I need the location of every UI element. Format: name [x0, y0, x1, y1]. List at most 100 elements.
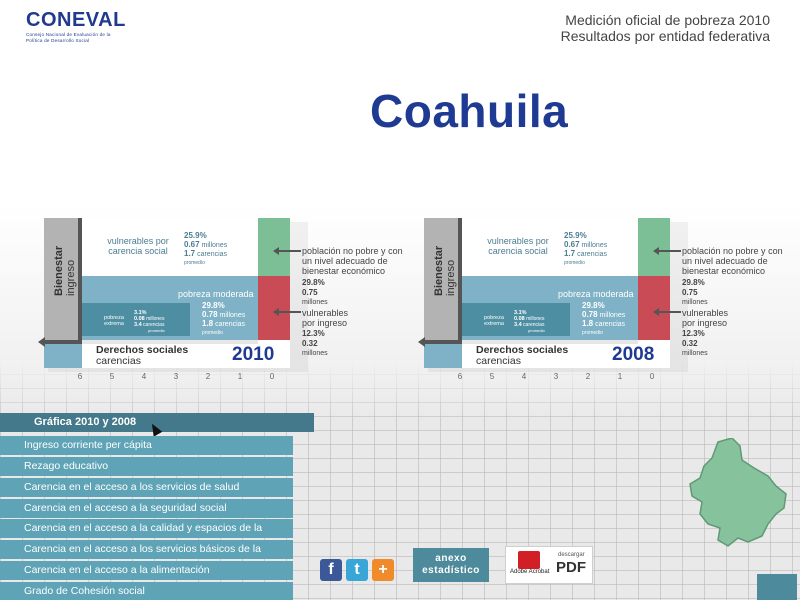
pct: 29.8% — [582, 301, 605, 310]
pct: 29.8% — [302, 278, 325, 287]
x-tick: 4 — [521, 372, 527, 381]
label-vulnerables-ingreso: vulnerables por ingreso — [302, 308, 349, 328]
y-label-sub: ingreso — [445, 259, 457, 296]
logo-text: CONEVAL — [26, 9, 126, 31]
label-no-pobre: población no pobre y con un nivel adecua… — [302, 246, 403, 276]
x-tick: 1 — [617, 372, 623, 381]
arrow-icon — [653, 247, 681, 255]
share-plus-icon[interactable]: + — [372, 559, 394, 581]
x-tick: 5 — [109, 372, 115, 381]
label-no-pobre: población no pobre y con un nivel adecua… — [682, 246, 783, 276]
values-pobreza-moderada: 29.8% 0.78 millones 1.8 carencias promed… — [202, 302, 245, 337]
menu-item-servicios-salud[interactable]: Carencia en el acceso a los servicios de… — [0, 478, 293, 497]
menu-item-alimentacion[interactable]: Carencia en el acceso a la alimentación — [0, 561, 293, 580]
x-ticks: 6 5 4 3 2 1 0 — [454, 372, 654, 384]
y-axis-label: Bienestar ingreso — [433, 226, 467, 296]
x-label-sub: carencias — [96, 355, 141, 367]
map-shape — [689, 438, 787, 547]
menu-item-rezago-educativo[interactable]: Rezago educativo — [0, 457, 293, 476]
values-vulnerables-carencia: 25.9% 0.67 millones 1.7 carencias promed… — [184, 232, 227, 267]
millones-value: 0.78 — [582, 310, 598, 319]
quadrant-corner — [44, 344, 82, 368]
acrobat-brand: Adobe Acrobat — [510, 569, 550, 575]
carencias-value: 1.7 — [564, 249, 576, 258]
facebook-icon[interactable]: f — [320, 559, 342, 581]
millones-unit: millones — [302, 299, 328, 306]
menu-item-ingreso[interactable]: Ingreso corriente per cápita — [0, 436, 293, 455]
chart-year: 2010 — [232, 344, 275, 365]
promedio-label: promedio — [582, 330, 603, 336]
carencias-value: 1.8 — [202, 319, 214, 328]
values-pobreza-moderada: 29.8% 0.78 millones 1.8 carencias promed… — [582, 302, 625, 337]
pct: 29.8% — [202, 301, 225, 310]
anexo-line-1: anexo — [435, 553, 467, 564]
arrow-icon — [273, 308, 301, 316]
label-vulnerables-ingreso: vulnerables por ingreso — [682, 308, 729, 328]
x-tick: 2 — [205, 372, 211, 381]
values-vulnerables-ingreso: 12.3% 0.32 millones — [682, 329, 724, 358]
pct: 29.8% — [682, 278, 705, 287]
pct: 12.3% — [682, 329, 705, 338]
millones-unit: millones — [599, 312, 626, 319]
carencias-unit: carencias — [215, 321, 246, 328]
millones-value: 0.32 — [682, 339, 698, 348]
millones-unit: millones — [219, 312, 246, 319]
menu-item-cohesion-social[interactable]: Grado de Cohesión social — [0, 582, 293, 600]
carencias-unit: carencias — [595, 321, 626, 328]
header-title: Medición oficial de pobreza 2010 Resulta… — [561, 12, 770, 44]
mexico-icon — [757, 574, 797, 600]
promedio-label: promedio — [564, 260, 585, 266]
arrow-icon — [273, 247, 301, 255]
millones-value: 0.67 — [184, 240, 200, 249]
millones-unit: millones — [682, 350, 708, 357]
label-pobreza-extrema: pobreza extrema — [104, 315, 124, 327]
x-label-sub: carencias — [476, 355, 521, 367]
x-tick: 0 — [269, 372, 275, 381]
coneval-logo[interactable]: CONEVAL Consejo Nacional de Evaluación d… — [26, 9, 126, 43]
millones-unit: millones — [581, 242, 608, 249]
promedio-label: promedio — [148, 328, 165, 333]
values-vulnerables-carencia: 25.9% 0.67 millones 1.7 carencias promed… — [564, 232, 607, 267]
carencias-value: 1.8 — [582, 319, 594, 328]
pct: 25.9% — [564, 231, 587, 240]
acrobat-logo-shape — [518, 551, 540, 569]
header-line-1: Medición oficial de pobreza 2010 — [565, 12, 770, 28]
menu-item-servicios-basicos[interactable]: Carencia en el acceso a los servicios bá… — [0, 540, 293, 574]
x-axis-label: Derechos sociales carencias — [476, 345, 568, 367]
menu-item-calidad-vivienda[interactable]: Carencia en el acceso a la calidad y esp… — [0, 519, 293, 553]
label-pobreza-moderada: pobreza moderada — [178, 289, 254, 299]
x-tick: 1 — [237, 372, 243, 381]
millones-unit: millones — [682, 299, 708, 306]
promedio-label: promedio — [184, 260, 205, 266]
state-title: Coahuila — [370, 85, 569, 137]
values-no-pobre: 29.8% 0.75 millones — [302, 278, 344, 307]
x-tick: 2 — [585, 372, 591, 381]
x-tick: 0 — [649, 372, 655, 381]
anexo-estadistico-button[interactable]: anexo estadístico — [413, 548, 489, 582]
label-pobreza-moderada: pobreza moderada — [558, 289, 634, 299]
label-vulnerables-carencia: vulnerables por carencia social — [487, 236, 549, 256]
values-no-pobre: 29.8% 0.75 millones — [682, 278, 724, 307]
axis-arrow-icon — [38, 337, 45, 347]
pct: 25.9% — [184, 231, 207, 240]
y-label-bold: Bienestar — [433, 245, 445, 296]
y-label-bold: Bienestar — [53, 245, 65, 296]
menu-item-seguridad-social[interactable]: Carencia en el acceso a la seguridad soc… — [0, 499, 293, 518]
x-tick: 3 — [553, 372, 559, 381]
label-vulnerables-carencia: vulnerables por carencia social — [107, 236, 169, 256]
y-label-sub: ingreso — [65, 259, 77, 296]
adobe-acrobat-icon: Adobe Acrobat — [510, 551, 550, 579]
x-ticks: 6 5 4 3 2 1 0 — [74, 372, 274, 384]
x-tick: 5 — [489, 372, 495, 381]
axis-arrow-icon — [418, 337, 425, 347]
millones-value: 0.67 — [564, 240, 580, 249]
promedio-label: promedio — [528, 328, 545, 333]
millones-value: 0.75 — [682, 288, 698, 297]
logo-subtitle: Consejo Nacional de Evaluación de la Pol… — [26, 32, 111, 43]
millones-unit: millones — [302, 350, 328, 357]
anexo-line-2: estadístico — [422, 565, 480, 576]
chart-year: 2008 — [612, 344, 655, 365]
download-pdf-button[interactable]: Adobe Acrobat descargar PDF — [505, 546, 593, 584]
poverty-chart-2010: Bienestar ingreso vulnerables por carenc… — [38, 218, 403, 388]
twitter-icon[interactable]: t — [346, 559, 368, 581]
